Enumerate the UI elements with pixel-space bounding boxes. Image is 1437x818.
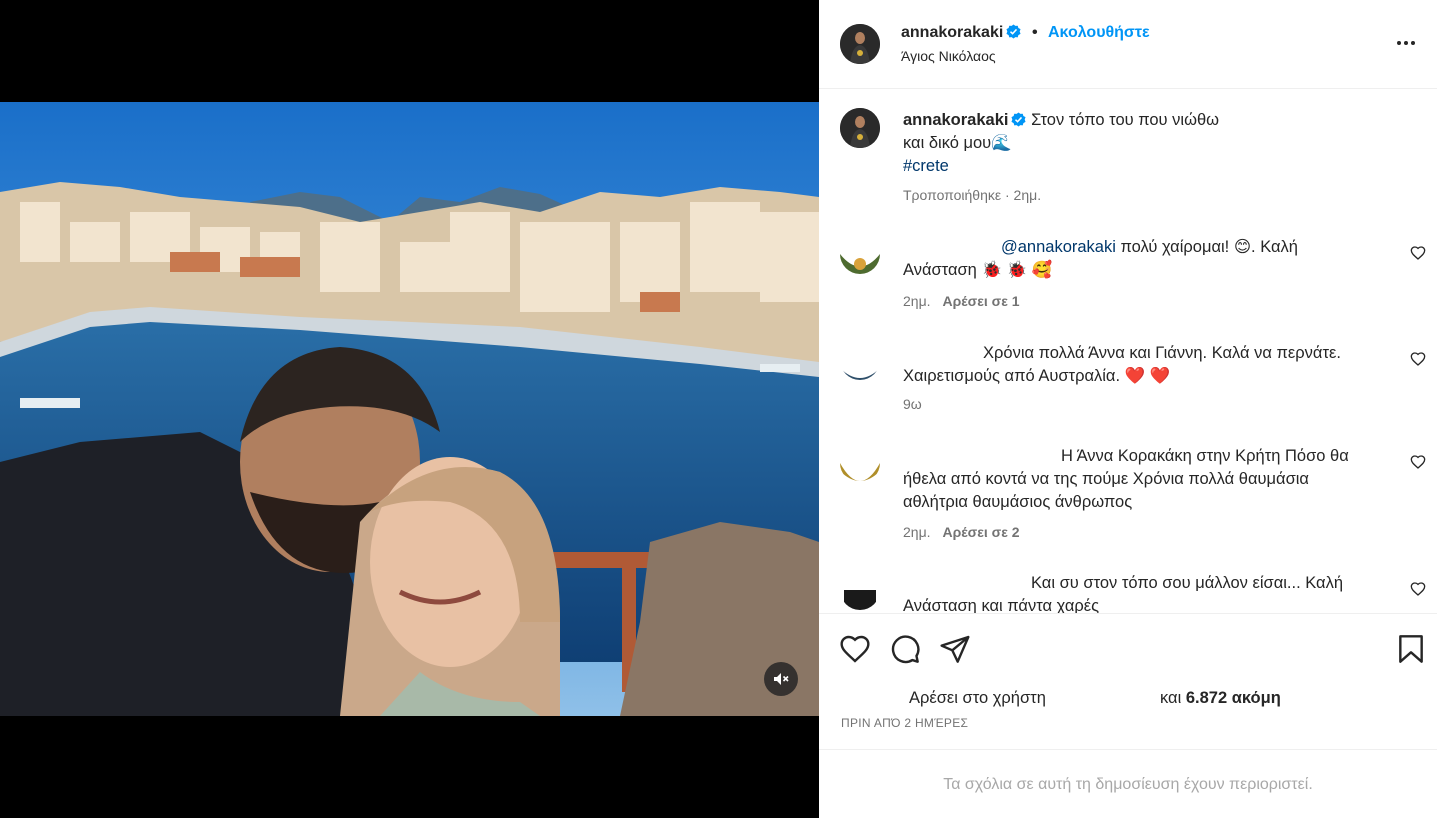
comment-bubble-icon[interactable] <box>889 633 921 665</box>
comment-likes[interactable]: Αρέσει σε 1 <box>943 293 1020 309</box>
comments-list[interactable]: annakorakaki Στον τόπο του που νιώθω και… <box>819 90 1437 613</box>
verified-badge-icon <box>1011 112 1027 127</box>
paper-plane-icon[interactable] <box>939 633 971 665</box>
caption-avatar[interactable] <box>840 108 880 148</box>
comment-likes[interactable]: Αρέσει σε 2 <box>943 524 1020 540</box>
comment-line-2: Ανάσταση και πάντα χαρές <box>903 597 1100 613</box>
post-side-panel: annakorakaki • Ακολουθήστε Άγιος Νικόλαο… <box>819 0 1437 818</box>
location-link[interactable]: Άγιος Νικόλαος <box>901 48 996 64</box>
separator-dot: • <box>1032 24 1038 41</box>
comment-line-1: Η Άννα Κορακάκη στην Κρήτη Πόσο θα <box>1061 447 1349 465</box>
comment-line-2: Ανάσταση 🐞 🐞 🥰 <box>903 261 1053 279</box>
more-options-icon <box>1397 41 1415 45</box>
comment-line-2: ήθελα από κοντά να της πούμε Χρόνια πολλ… <box>903 470 1309 488</box>
comment-avatar[interactable] <box>840 443 880 483</box>
bookmark-icon[interactable] <box>1395 633 1427 665</box>
heart-icon[interactable] <box>839 633 871 665</box>
comment-time: 2ημ. <box>903 524 931 540</box>
wave-emoji: 🌊 <box>991 134 1012 152</box>
heart-icon[interactable] <box>1410 581 1426 597</box>
avatar-image <box>840 24 880 64</box>
comment-time: 2ημ. <box>903 293 931 309</box>
comment-meta: 2ημ. Αρέσει σε 2 <box>903 524 1020 540</box>
action-bar: Αρέσει στο χρήστη και 6.872 ακόμη ΠΡΙΝ Α… <box>819 613 1437 750</box>
comment-line-3: αθλήτρια θαυμάσιος άνθρωπος <box>903 493 1133 511</box>
likes-by-user[interactable]: Αρέσει στο χρήστη <box>909 689 1046 708</box>
avatar-image <box>840 234 880 274</box>
caption-username[interactable]: annakorakaki <box>903 111 1008 129</box>
more-options-button[interactable] <box>1397 33 1421 53</box>
heart-icon[interactable] <box>1410 245 1426 261</box>
header-username[interactable]: annakorakaki <box>901 24 1021 42</box>
avatar-image <box>840 340 880 380</box>
mute-toggle-button[interactable] <box>764 662 798 696</box>
avatar-image <box>840 443 880 483</box>
video-frame-image <box>0 102 819 716</box>
comment-text: Η Άννα Κορακάκη στην Κρήτη Πόσο θα ήθελα… <box>903 445 1383 514</box>
speaker-muted-icon <box>774 673 789 685</box>
avatar-image <box>840 108 880 148</box>
follow-button[interactable]: Ακολουθήστε <box>1048 24 1150 42</box>
post-media[interactable] <box>0 0 819 818</box>
comment-line-2: Χαιρετισμούς από Αυστραλία. ❤️ ❤️ <box>903 367 1171 385</box>
comment-text: Και συ στον τόπο σου μάλλον είσαι... Καλ… <box>903 572 1383 613</box>
likes-count[interactable]: και 6.872 ακόμη <box>1160 689 1281 708</box>
comment-line-1: Χρόνια πολλά Άννα και Γιάννη. Καλά να πε… <box>983 344 1341 362</box>
caption-meta: Τροποποιήθηκε · 2ημ. <box>903 187 1042 203</box>
likes-count-value[interactable]: 6.872 ακόμη <box>1186 689 1281 707</box>
heart-icon[interactable] <box>1410 454 1426 470</box>
caption-line-1: Στον τόπο του που νιώθω <box>1031 111 1220 129</box>
heart-icon[interactable] <box>1410 351 1426 367</box>
comment-avatar[interactable] <box>840 340 880 380</box>
avatar-image <box>840 570 880 610</box>
avatar[interactable] <box>840 24 880 64</box>
post-header: annakorakaki • Ακολουθήστε Άγιος Νικόλαο… <box>819 0 1437 89</box>
comment-avatar[interactable] <box>840 570 880 610</box>
comment-text: Χρόνια πολλά Άννα και Γιάννη. Καλά να πε… <box>903 342 1383 388</box>
hashtag-link[interactable]: #crete <box>903 157 949 175</box>
comment-time: 9ω <box>903 396 922 412</box>
comment-meta: 9ω <box>903 396 922 412</box>
comment-meta: 2ημ. Αρέσει σε 1 <box>903 293 1020 309</box>
comment-line-1: πολύ χαίρομαι! 😊. Καλή <box>1115 238 1298 256</box>
comment-avatar[interactable] <box>840 234 880 274</box>
comment-text: @annakorakaki πολύ χαίρομαι! 😊. Καλή Ανά… <box>903 236 1383 282</box>
likes-and-text: και <box>1160 689 1186 707</box>
comment-line-1: Και συ στον τόπο σου μάλλον είσαι... Καλ… <box>1031 574 1344 592</box>
mention-link[interactable]: @annakorakaki <box>1001 238 1116 256</box>
post-timestamp[interactable]: ΠΡΙΝ ΑΠΌ 2 ΗΜΈΡΕΣ <box>841 716 968 730</box>
verified-badge-icon <box>1006 24 1021 39</box>
caption-line-2: και δικό μου <box>903 134 992 152</box>
username-text[interactable]: annakorakaki <box>901 24 1003 41</box>
comments-restricted-notice: Τα σχόλια σε αυτή τη δημοσίευση έχουν πε… <box>943 776 1313 793</box>
post-video[interactable] <box>0 102 819 716</box>
caption-text: annakorakaki Στον τόπο του που νιώθω και… <box>903 109 1383 178</box>
